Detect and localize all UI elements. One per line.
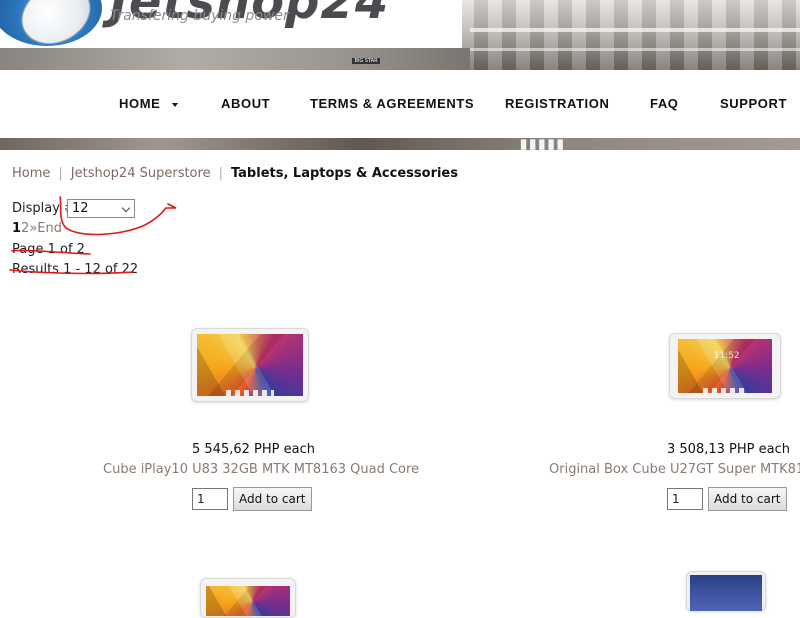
tablet-dock [226, 390, 274, 397]
tablet-screen [197, 334, 303, 396]
laptop-screen [690, 575, 762, 611]
caret-down-icon[interactable] [172, 102, 179, 107]
breadcrumb: Home | Jetshop24 Superstore | Tablets, Lapto… [12, 166, 458, 181]
quantity-input[interactable]: 1 [667, 488, 703, 510]
add-to-cart-button[interactable]: Add to cart [708, 487, 787, 511]
product-image[interactable] [686, 571, 766, 611]
product-image[interactable] [200, 578, 296, 618]
nav-item-faq[interactable]: FAQ [650, 96, 679, 111]
tablet-dock [702, 387, 748, 394]
product-price: 5 545,62 PHP each [192, 442, 315, 457]
breadcrumb-separator: | [218, 166, 223, 181]
banner-strip: ▮▮▮▮▮ [0, 138, 800, 150]
breadcrumb-home[interactable]: Home [12, 166, 50, 181]
page-current: 1 [12, 221, 22, 236]
store-sign: BIG STAR [352, 58, 380, 64]
banner-photo-strip [0, 48, 470, 70]
banner-strip-sign: ▮▮▮▮▮ [520, 138, 566, 150]
product-image[interactable] [191, 328, 309, 402]
page-info: Page 1 of 2 [12, 242, 85, 257]
page-end-link[interactable]: End [37, 221, 62, 236]
banner-photo [460, 0, 800, 70]
breadcrumb-superstore[interactable]: Jetshop24 Superstore [71, 166, 211, 181]
product-name-link[interactable]: Cube iPlay10 U83 32GB MTK MT8163 Quad Co… [103, 462, 419, 477]
nav-item-support[interactable]: SUPPORT [720, 96, 787, 111]
nav-item-registration[interactable]: REGISTRATION [505, 96, 609, 111]
chevron-down-icon [121, 203, 131, 213]
display-count-select[interactable]: 12 [67, 199, 135, 218]
breadcrumb-separator: | [58, 166, 63, 181]
brand-tagline: Transfering buying power [110, 8, 289, 24]
breadcrumb-current: Tablets, Laptops & Accessories [230, 166, 458, 181]
nav-item-about[interactable]: ABOUT [221, 96, 270, 111]
product-image[interactable]: 11:52 [669, 333, 781, 399]
tablet-clock: 11:52 [713, 350, 740, 361]
tablet-screen: 11:52 [678, 339, 772, 393]
site-logo[interactable]: Jetshop24 Transfering buying power [0, 0, 462, 48]
banner-rail-lower [470, 48, 800, 51]
nav-item-label: HOME [119, 96, 161, 111]
quantity-input[interactable]: 1 [192, 488, 228, 510]
add-to-cart-button[interactable]: Add to cart [233, 487, 312, 511]
tablet-screen [206, 586, 290, 616]
banner-rail [470, 28, 800, 32]
pagination: 12»End [12, 221, 62, 236]
main-nav: HOME ABOUT TERMS & AGREEMENTS REGISTRATI… [0, 70, 800, 138]
display-label: Display # [12, 201, 75, 216]
display-count-value: 12 [72, 201, 89, 216]
product-price: 3 508,13 PHP each [667, 442, 790, 457]
product-name-link[interactable]: Original Box Cube U27GT Super MTK8163 [549, 462, 800, 477]
header-banner: BIG STAR Jetshop24 Transfering buying po… [0, 0, 800, 70]
results-info: Results 1 - 12 of 22 [12, 262, 139, 277]
nav-item-terms[interactable]: TERMS & AGREEMENTS [310, 96, 474, 111]
nav-item-home[interactable]: HOME [119, 96, 179, 111]
